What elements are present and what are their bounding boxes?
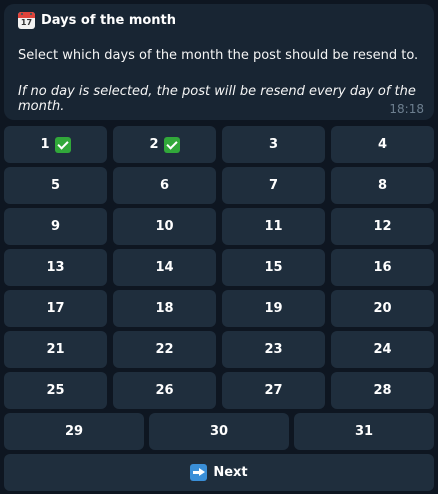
day-label: 21: [46, 342, 65, 357]
check-mark-icon: [54, 136, 71, 153]
day-button-11[interactable]: 11: [222, 208, 325, 245]
day-button-17[interactable]: 17: [4, 290, 107, 327]
day-label: 25: [46, 383, 65, 398]
message-title-row: 17 Days of the month: [18, 12, 176, 29]
day-label: 28: [373, 383, 392, 398]
day-label: 27: [264, 383, 283, 398]
day-button-31[interactable]: 31: [294, 413, 434, 450]
day-button-20[interactable]: 20: [331, 290, 434, 327]
day-label: 12: [373, 219, 392, 234]
day-label: 22: [155, 342, 174, 357]
next-label: Next: [213, 465, 248, 480]
day-label: 2: [149, 137, 159, 152]
day-label: 24: [373, 342, 392, 357]
day-button-10[interactable]: 10: [113, 208, 216, 245]
day-label: 19: [264, 301, 283, 316]
day-button-28[interactable]: 28: [331, 372, 434, 409]
day-button-9[interactable]: 9: [4, 208, 107, 245]
day-button-25[interactable]: 25: [4, 372, 107, 409]
day-label: 14: [155, 260, 174, 275]
day-button-15[interactable]: 15: [222, 249, 325, 286]
day-button-2[interactable]: 2: [113, 126, 216, 163]
day-button-12[interactable]: 12: [331, 208, 434, 245]
message-instruction: Select which days of the month the post …: [18, 48, 419, 63]
day-button-4[interactable]: 4: [331, 126, 434, 163]
day-button-13[interactable]: 13: [4, 249, 107, 286]
day-label: 29: [64, 424, 84, 439]
day-label: 3: [268, 137, 279, 152]
day-label: 4: [377, 137, 388, 152]
message-timestamp: 18:18: [389, 102, 424, 116]
right-arrow-icon: [190, 464, 208, 481]
day-button-14[interactable]: 14: [113, 249, 216, 286]
day-label: 7: [268, 178, 279, 193]
calendar-icon: 17: [18, 12, 35, 29]
day-button-21[interactable]: 21: [4, 331, 107, 368]
day-label: 18: [155, 301, 174, 316]
day-button-8[interactable]: 8: [331, 167, 434, 204]
day-label: 1: [40, 137, 50, 152]
day-button-18[interactable]: 18: [113, 290, 216, 327]
day-label: 17: [46, 301, 65, 316]
day-button-23[interactable]: 23: [222, 331, 325, 368]
check-mark-icon: [163, 136, 180, 153]
day-button-30[interactable]: 30: [149, 413, 289, 450]
day-button-24[interactable]: 24: [331, 331, 434, 368]
day-button-5[interactable]: 5: [4, 167, 107, 204]
day-label: 31: [354, 424, 374, 439]
day-label: 16: [373, 260, 392, 275]
day-button-6[interactable]: 6: [113, 167, 216, 204]
day-button-1[interactable]: 1: [4, 126, 107, 163]
day-label: 8: [377, 178, 388, 193]
day-label: 10: [155, 219, 174, 234]
next-button[interactable]: Next: [4, 454, 434, 491]
message-note: If no day is selected, the post will be …: [18, 84, 416, 114]
message-bubble: 17 Days of the month Select which days o…: [4, 4, 434, 120]
message-title: Days of the month: [41, 13, 177, 28]
day-label: 26: [155, 383, 174, 398]
day-label: 11: [264, 219, 283, 234]
day-label: 23: [264, 342, 283, 357]
day-button-29[interactable]: 29: [4, 413, 144, 450]
day-button-7[interactable]: 7: [222, 167, 325, 204]
day-label: 13: [46, 260, 65, 275]
day-label: 15: [264, 260, 283, 275]
day-button-22[interactable]: 22: [113, 331, 216, 368]
day-button-19[interactable]: 19: [222, 290, 325, 327]
day-button-3[interactable]: 3: [222, 126, 325, 163]
day-label: 6: [159, 178, 170, 193]
day-label: 5: [50, 178, 61, 193]
day-button-26[interactable]: 26: [113, 372, 216, 409]
day-label: 20: [373, 301, 392, 316]
day-button-16[interactable]: 16: [331, 249, 434, 286]
day-label: 30: [209, 424, 229, 439]
day-button-27[interactable]: 27: [222, 372, 325, 409]
day-label: 9: [50, 219, 61, 234]
